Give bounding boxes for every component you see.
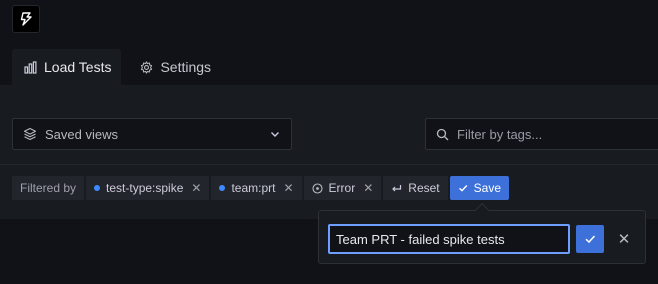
return-arrow-icon	[392, 184, 402, 191]
check-icon	[458, 185, 467, 192]
tab-label: Load Tests	[44, 59, 112, 75]
chip-label: team:prt	[231, 181, 276, 195]
tab-load-tests[interactable]: Load Tests	[12, 49, 122, 85]
chevron-down-icon	[271, 132, 279, 137]
chip-label: test-type:spike	[106, 181, 184, 195]
saved-views-label: Saved views	[45, 126, 118, 142]
filter-chip-test-type[interactable]: test-type:spike ✕	[86, 176, 210, 200]
reset-label: Reset	[408, 181, 440, 195]
k6-logo-icon	[20, 12, 32, 26]
filtered-by-label: Filtered by	[12, 176, 85, 200]
reset-button[interactable]: Reset	[383, 176, 448, 200]
tab-label: Settings	[160, 59, 212, 75]
layers-icon	[23, 127, 37, 141]
chip-label: Error	[328, 181, 356, 195]
check-icon	[585, 235, 596, 244]
saved-views-select[interactable]: Saved views	[12, 118, 292, 150]
filter-chip-error[interactable]: Error ✕	[303, 176, 382, 200]
save-button[interactable]: Save	[449, 176, 509, 200]
app-logo[interactable]	[12, 5, 40, 33]
tag-dot	[219, 185, 226, 191]
active-filters-bar: Filtered by test-type:spike ✕ team:prt ✕…	[12, 176, 511, 200]
cancel-save-button[interactable]: ✕	[614, 225, 634, 253]
view-name-input[interactable]	[328, 224, 570, 254]
tab-settings[interactable]: Settings	[128, 49, 223, 85]
cog-icon	[141, 60, 153, 74]
search-input[interactable]	[457, 126, 637, 142]
remove-filter-icon[interactable]: ✕	[363, 181, 373, 195]
search-icon	[436, 128, 449, 140]
divider	[0, 164, 658, 165]
close-icon: ✕	[617, 231, 631, 248]
remove-filter-icon[interactable]: ✕	[191, 181, 201, 195]
circle-x-icon	[311, 182, 323, 194]
filter-chip-team[interactable]: team:prt ✕	[211, 176, 302, 200]
tab-bar: Load Tests Settings	[0, 49, 223, 85]
confirm-save-button[interactable]	[576, 225, 604, 253]
save-view-popover: ✕	[318, 202, 646, 264]
tag-dot	[94, 185, 101, 191]
tag-filter-search[interactable]	[425, 118, 658, 150]
save-label: Save	[473, 181, 501, 195]
remove-filter-icon[interactable]: ✕	[283, 181, 293, 195]
bar-chart-icon	[24, 60, 37, 74]
